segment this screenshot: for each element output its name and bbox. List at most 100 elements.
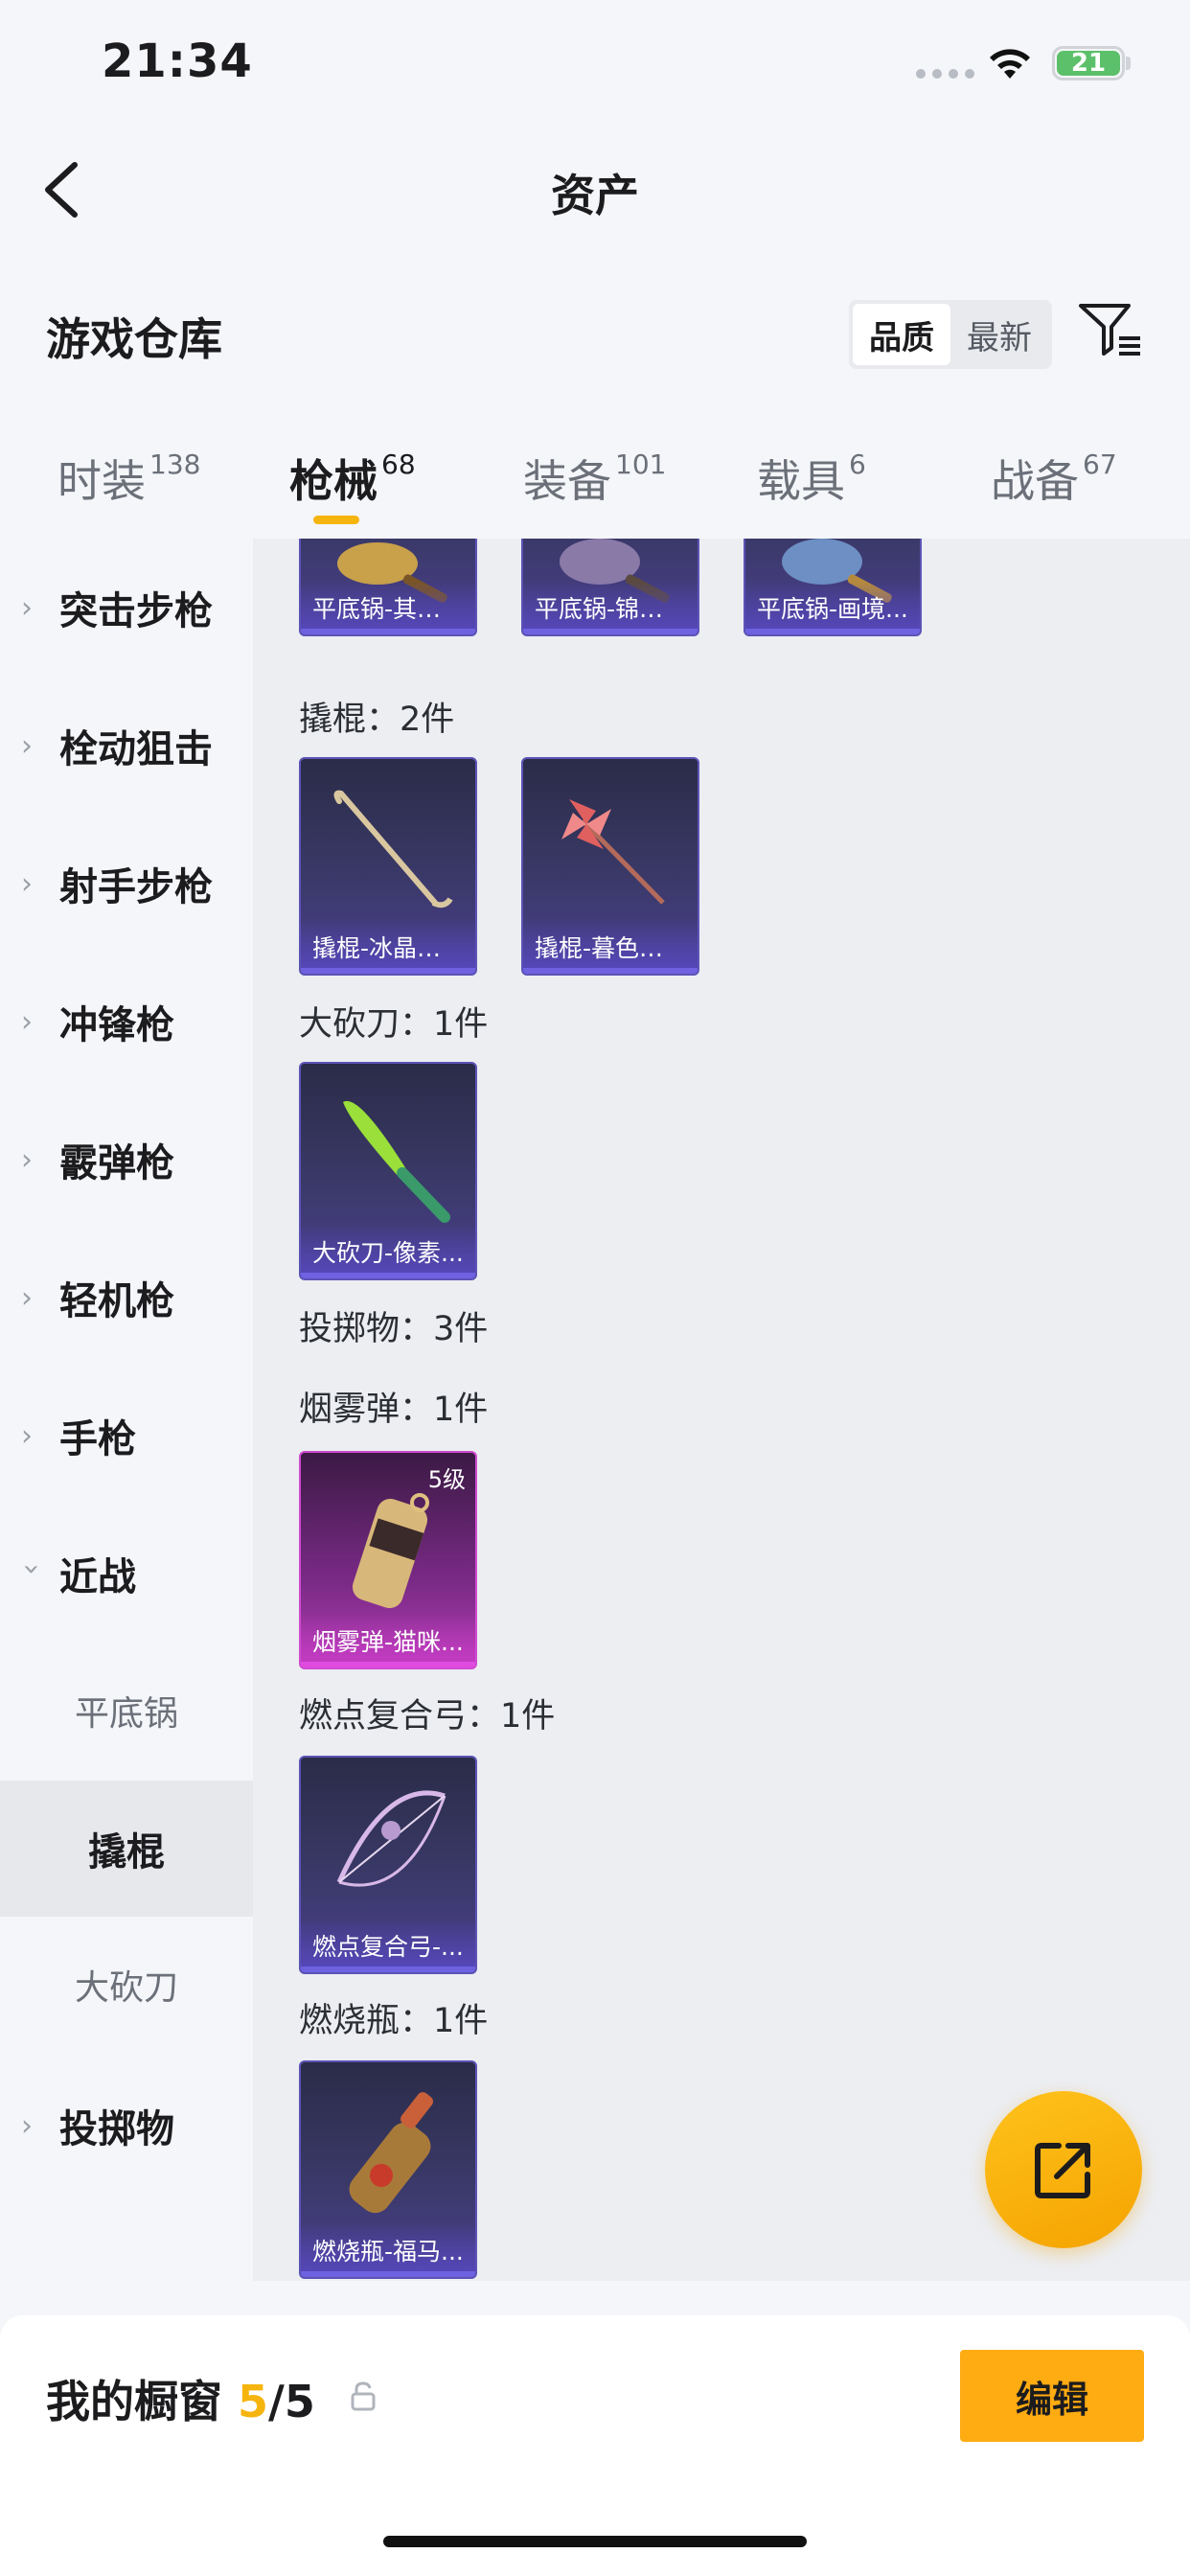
item-name: 撬棍-冰晶雪宝 (301, 920, 475, 974)
item-card[interactable]: 燃点复合弓-... (299, 1756, 477, 1974)
item-card[interactable]: 撬棍-冰晶雪宝 (299, 757, 477, 976)
sidebar-item-label: 轻机枪 (59, 1279, 174, 1323)
sort-toggle: 品质 最新 (849, 300, 1052, 369)
tab-label: 枪械 (289, 455, 378, 507)
item-name: 撬棍-暮色玫影 (523, 920, 698, 974)
active-tab-indicator (313, 516, 359, 524)
edit-button[interactable]: 编辑 (960, 2350, 1144, 2442)
tab-count: 138 (149, 448, 201, 480)
filter-icon[interactable] (1077, 300, 1142, 361)
rarity-bar (301, 1966, 475, 1972)
sidebar-subitem-pan[interactable]: 平底锅 (0, 1643, 253, 1779)
tab-label: 时装 (57, 455, 146, 507)
sidebar-item-melee[interactable]: › 近战 (0, 1506, 253, 1641)
category-sidebar: › 突击步枪 › 栓动狙击 › 射手步枪 › 冲锋枪 › 霰弹枪 › 轻机枪 ›… (0, 539, 253, 2281)
sidebar-item-lmg[interactable]: › 轻机枪 (0, 1230, 253, 1365)
item-name: 燃烧瓶-福马... (301, 2223, 475, 2277)
tab-count: 67 (1083, 448, 1117, 480)
tab-label: 载具 (757, 455, 845, 507)
tab-equipment[interactable]: 装备 101 (523, 447, 666, 510)
tab-label: 装备 (523, 455, 611, 507)
page-title: 资产 (551, 170, 639, 221)
sidebar-item-label: 栓动狙击 (59, 727, 213, 771)
sidebar-item-dmr[interactable]: › 射手步枪 (0, 816, 253, 951)
rarity-bar (301, 1662, 475, 1668)
item-card[interactable]: 5级 烟雾弹-猫咪... (299, 1451, 477, 1669)
sidebar-item-label: 近战 (59, 1555, 136, 1599)
sort-latest-option[interactable]: 最新 (950, 304, 1048, 365)
sort-quality-option[interactable]: 品质 (853, 304, 950, 365)
lock-icon (351, 2381, 376, 2411)
chevron-right-icon: › (21, 1280, 33, 1315)
sidebar-item-throwables[interactable]: › 投掷物 (0, 2058, 253, 2193)
signal-dots-icon (916, 69, 974, 79)
tab-firearms[interactable]: 枪械 68 (289, 447, 416, 510)
rarity-bar (745, 629, 920, 634)
item-name: 平底锅-其乐融融 (301, 581, 475, 634)
status-bar: 21:34 21 (0, 0, 1190, 134)
tab-vehicles[interactable]: 载具 6 (757, 447, 866, 510)
item-name: 平底锅-画境... (745, 581, 920, 634)
wifi-icon (990, 49, 1030, 79)
rarity-bar (523, 968, 698, 974)
group-header: 撬棍：2件 (299, 701, 455, 739)
item-grid: 平底锅-其乐融融 平底锅-锦灰堆 平底锅-画境... 撬棍：2件 撬棍-冰晶雪宝… (253, 539, 1190, 2281)
rarity-bar (523, 629, 698, 634)
sidebar-item-label: 手枪 (59, 1417, 136, 1461)
rarity-bar (301, 968, 475, 974)
share-button[interactable] (985, 2091, 1142, 2248)
item-name: 燃点复合弓-... (301, 1919, 475, 1972)
tab-fashion[interactable]: 时装 138 (57, 447, 200, 510)
chevron-right-icon: › (21, 866, 33, 901)
group-header: 大砍刀：1件 (299, 1005, 489, 1044)
item-card[interactable]: 平底锅-锦灰堆 (521, 539, 699, 636)
tab-count: 6 (849, 448, 866, 480)
rarity-bar (301, 629, 475, 634)
tab-label: 战备 (991, 455, 1079, 507)
item-card[interactable]: 平底锅-画境... (744, 539, 922, 636)
item-card[interactable]: 撬棍-暮色玫影 (521, 757, 699, 976)
share-icon (1035, 2143, 1090, 2198)
chevron-right-icon: › (21, 728, 33, 763)
group-header: 投掷物：3件 (299, 1310, 489, 1348)
showcase-total-count: /5 (268, 2376, 315, 2427)
tab-count: 68 (381, 448, 416, 480)
item-name: 烟雾弹-猫咪... (301, 1614, 475, 1668)
status-time: 21:34 (102, 34, 253, 88)
warehouse-title: 游戏仓库 (46, 313, 222, 365)
rarity-bar (301, 2271, 475, 2277)
sidebar-item-smg[interactable]: › 冲锋枪 (0, 954, 253, 1089)
item-card[interactable]: 大砍刀-像素... (299, 1062, 477, 1280)
sidebar-item-pistol[interactable]: › 手枪 (0, 1368, 253, 1503)
group-header: 燃点复合弓：1件 (299, 1697, 556, 1736)
item-level-badge: 5级 (427, 1466, 466, 1493)
sidebar-item-shotgun[interactable]: › 霰弹枪 (0, 1092, 253, 1227)
chevron-right-icon: › (21, 1418, 33, 1453)
battery-icon: 21 (1052, 46, 1125, 80)
sidebar-subitem-machete[interactable]: 大砍刀 (0, 1917, 253, 2053)
item-card[interactable]: 平底锅-其乐融融 (299, 539, 477, 636)
group-header: 燃烧瓶：1件 (299, 2002, 489, 2040)
tab-supplies[interactable]: 战备 67 (991, 447, 1117, 510)
sidebar-item-label: 突击步枪 (59, 589, 213, 633)
sidebar-subitem-crowbar[interactable]: 撬棍 (0, 1781, 253, 1917)
sidebar-item-label: 射手步枪 (59, 865, 213, 909)
sidebar-item-assault-rifle[interactable]: › 突击步枪 (0, 540, 253, 675)
battery-cap (1126, 57, 1131, 70)
sidebar-item-label: 冲锋枪 (59, 1003, 174, 1047)
chevron-down-icon: › (14, 1563, 49, 1575)
chevron-right-icon: › (21, 2108, 33, 2143)
showcase-label: 我的橱窗 5/5 (46, 2367, 315, 2430)
chevron-right-icon: › (21, 1142, 33, 1177)
showcase-used-count: 5 (238, 2376, 269, 2427)
group-header: 烟雾弹：1件 (299, 1391, 489, 1429)
item-card[interactable]: 燃烧瓶-福马... (299, 2060, 477, 2279)
showcase-title: 我的橱窗 (46, 2376, 222, 2427)
sidebar-item-label: 投掷物 (59, 2107, 174, 2151)
sidebar-item-bolt-sniper[interactable]: › 栓动狙击 (0, 678, 253, 813)
sidebar-item-label: 霰弹枪 (59, 1141, 174, 1185)
chevron-right-icon: › (21, 1004, 33, 1039)
item-name: 大砍刀-像素... (301, 1225, 475, 1278)
tab-count: 101 (615, 448, 667, 480)
home-indicator (383, 2536, 807, 2547)
